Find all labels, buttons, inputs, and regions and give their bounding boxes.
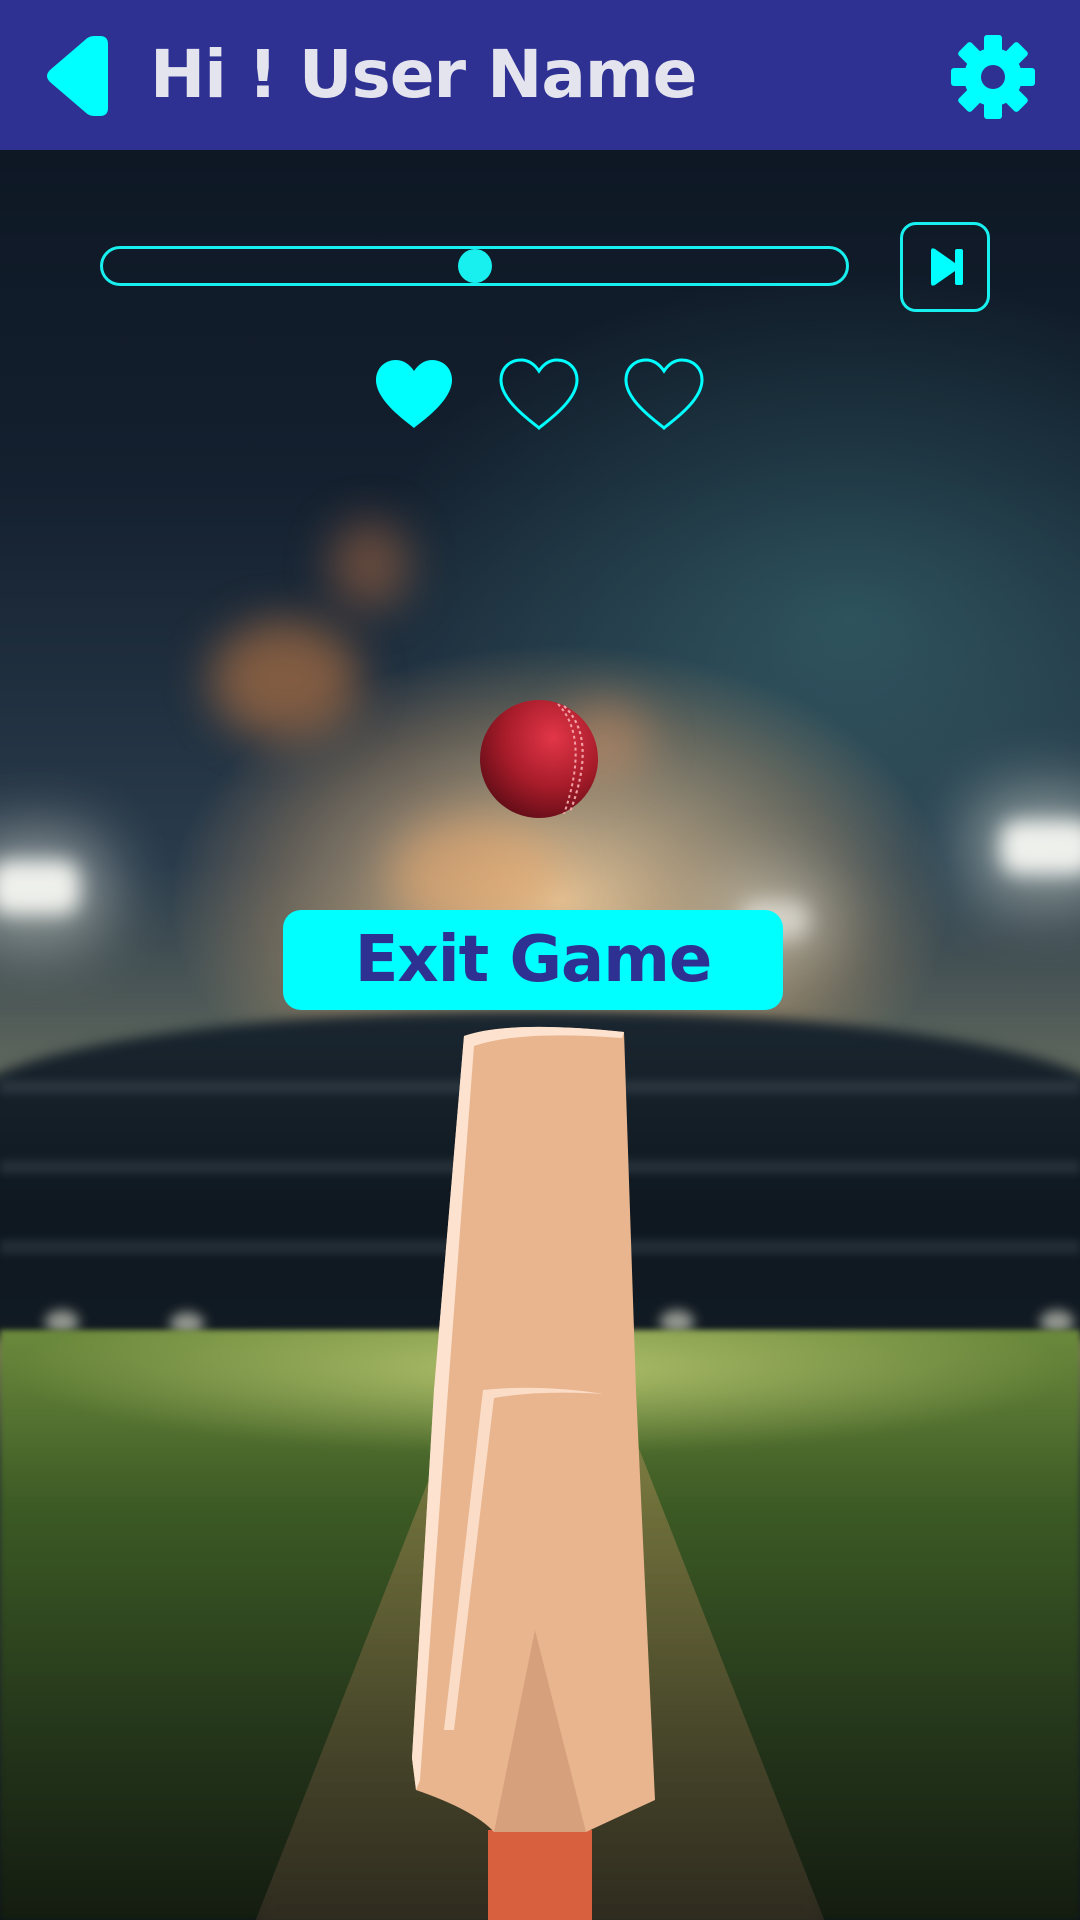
progress-slider[interactable] xyxy=(100,246,849,286)
progress-slider-knob[interactable] xyxy=(457,249,492,283)
cloud xyxy=(330,520,410,610)
floodlight xyxy=(0,860,80,915)
heart-filled-icon xyxy=(376,360,452,428)
skip-button[interactable] xyxy=(900,222,990,312)
skip-forward-icon xyxy=(931,248,963,286)
heart-empty-icon xyxy=(499,358,579,431)
lives-indicator xyxy=(370,356,710,436)
cloud xyxy=(210,620,360,740)
floodlight xyxy=(1000,820,1080,875)
settings-button[interactable] xyxy=(950,34,1036,120)
page-title: Hi ! User Name xyxy=(150,36,697,113)
app-header: Hi ! User Name xyxy=(0,0,1080,150)
back-button[interactable] xyxy=(36,30,116,120)
exit-game-label: Exit Game xyxy=(354,923,713,997)
cricket-bat-icon xyxy=(412,1026,655,1920)
bat-handle xyxy=(488,1830,592,1920)
gear-icon xyxy=(951,35,1035,119)
heart-empty-icon xyxy=(624,358,704,431)
exit-game-button[interactable]: Exit Game xyxy=(283,910,783,1010)
cricket-ball-icon xyxy=(480,700,598,818)
back-arrow-icon xyxy=(47,36,108,116)
